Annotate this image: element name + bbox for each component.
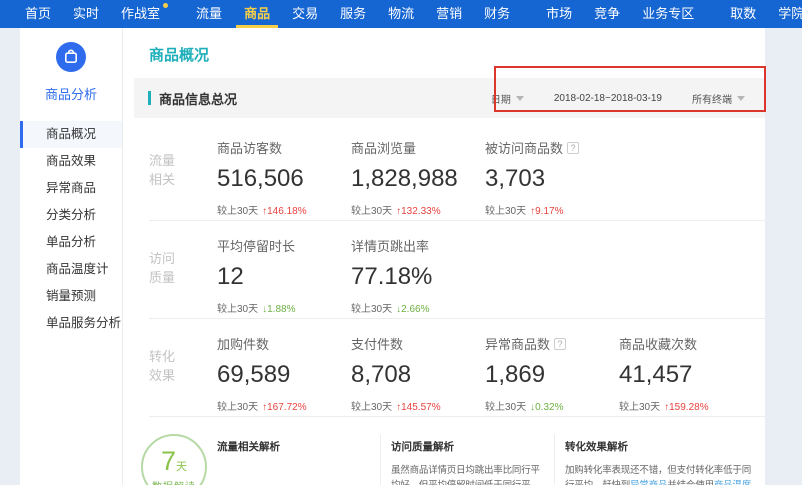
insight-text: 加购转化率表现还不错，但支付转化率低于同行平均，赶快到异常商品并结合使用商品温度… [565, 463, 753, 485]
nav-item-business-zone[interactable]: 业务专区 [631, 0, 705, 28]
help-icon[interactable]: ? [567, 142, 579, 154]
sidebar-title: 商品分析 [20, 84, 122, 103]
metric-visited-products: 被访问商品数? 3,703 较上30天↑9.17% [485, 138, 619, 217]
date-controls: 日期 2018-02-18~2018-03-19 所有终端 [491, 91, 745, 106]
nav-item-data-extract[interactable]: 取数 [719, 0, 767, 28]
metric-value: 12 [217, 263, 351, 291]
sidebar-item-item-service-analysis[interactable]: 单品服务分析 [20, 310, 122, 337]
sidebar-item-item-analysis[interactable]: 单品分析 [20, 229, 122, 256]
metric-value: 77.18% [351, 263, 485, 291]
sidebar-item-product-thermometer[interactable]: 商品温度计 [20, 256, 122, 283]
nav-item-logistics[interactable]: 物流 [377, 0, 425, 28]
metric-product-visitors: 商品访客数 516,506 较上30天↑146.18% [217, 138, 351, 217]
nav-item-realtime[interactable]: 实时 [62, 0, 110, 28]
metric-label: 支付件数 [351, 334, 403, 353]
row-group-label: 转化效果 [149, 348, 177, 386]
sidebar-item-product-effect[interactable]: 商品效果 [20, 148, 122, 175]
metric-value: 69,589 [217, 361, 351, 389]
row-group-label: 访问质量 [149, 250, 177, 288]
metric-label: 平均停留时长 [217, 236, 295, 255]
metric-label: 被访问商品数 [485, 138, 563, 157]
metric-value: 1,869 [485, 361, 619, 389]
top-nav: 首页 实时 作战室 流量 商品 交易 服务 物流 营销 财务 市场 竞争 业务专… [0, 0, 802, 28]
sidebar-item-sales-forecast[interactable]: 销量预测 [20, 283, 122, 310]
metric-delta: 较上30天↓0.32% [485, 398, 619, 413]
section-header: 商品信息总况 日期 2018-02-18~2018-03-19 所有终端 [134, 78, 765, 118]
metric-value: 8,708 [351, 361, 485, 389]
metric-detail-bounce-rate: 详情页跳出率 77.18% 较上30天↓2.66% [351, 236, 485, 315]
nav-item-trade[interactable]: 交易 [281, 0, 329, 28]
chevron-down-icon [737, 96, 745, 101]
product-analysis-icon [56, 59, 86, 76]
insights-section: 7天 数据解读 流量相关解析 访问质量解析 虽然商品详情页日均跳出率比同行平均好… [123, 417, 765, 485]
metric-value: 3,703 [485, 165, 619, 193]
sidebar-menu: 商品概况 商品效果 异常商品 分类分析 单品分析 商品温度计 销量预测 单品服务… [20, 121, 122, 337]
metrics-row-traffic: 流量相关 商品访客数 516,506 较上30天↑146.18% 商品浏览量 1… [149, 123, 765, 221]
metric-label: 商品浏览量 [351, 138, 416, 157]
nav-item-market[interactable]: 市场 [535, 0, 583, 28]
metric-value: 1,828,988 [351, 165, 485, 193]
metric-delta: 较上30天↓2.66% [351, 300, 485, 315]
help-icon[interactable]: ? [554, 338, 566, 350]
page-title: 商品概况 [149, 44, 765, 65]
metric-paid-items: 支付件数 8,708 较上30天↑145.57% [351, 334, 485, 413]
metric-delta: 较上30天↑145.57% [351, 398, 485, 413]
metric-product-favorites: 商品收藏次数 41,457 较上30天↑159.28% [619, 334, 753, 413]
nav-item-war-room-label: 作战室 [121, 6, 160, 21]
section-accent-bar [148, 91, 151, 105]
metric-delta: 较上30天↓1.88% [217, 300, 351, 315]
metric-avg-stay-time: 平均停留时长 12 较上30天↓1.88% [217, 236, 351, 315]
nav-item-product[interactable]: 商品 [233, 0, 281, 28]
metric-abnormal-products: 异常商品数? 1,869 较上30天↓0.32% [485, 334, 619, 413]
nav-item-academy[interactable]: 学院 [767, 0, 802, 28]
sidebar-item-abnormal-products[interactable]: 异常商品 [20, 175, 122, 202]
nav-item-competition[interactable]: 竞争 [583, 0, 631, 28]
nav-item-home[interactable]: 首页 [14, 0, 62, 28]
metric-value: 516,506 [217, 165, 351, 193]
metric-delta: 较上30天↑9.17% [485, 202, 619, 217]
metric-label: 加购件数 [217, 334, 269, 353]
insight-traffic: 流量相关解析 [217, 434, 381, 485]
chevron-down-icon [516, 96, 524, 101]
metrics-row-conversion: 转化效果 加购件数 69,589 较上30天↑167.72% 支付件数 8,70… [149, 319, 765, 417]
date-range-value[interactable]: 2018-02-18~2018-03-19 [554, 93, 662, 104]
nav-item-service[interactable]: 服务 [329, 0, 377, 28]
metric-label: 异常商品数 [485, 334, 550, 353]
row-group-label: 流量相关 [149, 152, 177, 190]
metrics-panel: 流量相关 商品访客数 516,506 较上30天↑146.18% 商品浏览量 1… [149, 123, 765, 417]
insight-title: 流量相关解析 [217, 439, 370, 454]
metrics-row-visit-quality: 访问质量 平均停留时长 12 较上30天↓1.88% 详情页跳出率 77.18%… [149, 221, 765, 319]
date-type-dropdown[interactable]: 日期 [491, 91, 524, 106]
metric-value: 41,457 [619, 361, 753, 389]
nav-item-traffic[interactable]: 流量 [185, 0, 233, 28]
metric-label: 商品访客数 [217, 138, 282, 157]
insight-title: 转化效果解析 [565, 439, 753, 454]
abnormal-products-link[interactable]: 异常商品 [630, 480, 667, 485]
metric-cart-adds: 加购件数 69,589 较上30天↑167.72% [217, 334, 351, 413]
metric-label: 详情页跳出率 [351, 236, 429, 255]
sidebar-item-category-analysis[interactable]: 分类分析 [20, 202, 122, 229]
metric-product-pageviews: 商品浏览量 1,828,988 较上30天↑132.33% [351, 138, 485, 217]
insight-text: 虽然商品详情页日均跳出率比同行平均好，但平均停留时间低于同行平均，请关注页面排版… [391, 463, 544, 485]
data-insight-badge: 7天 数据解读 [141, 434, 207, 485]
terminal-dropdown[interactable]: 所有终端 [692, 91, 745, 106]
sidebar: 商品分析 商品概况 商品效果 异常商品 分类分析 单品分析 商品温度计 销量预测… [20, 28, 122, 485]
nav-item-finance[interactable]: 财务 [473, 0, 521, 28]
product-analytics-page: 首页 实时 作战室 流量 商品 交易 服务 物流 营销 财务 市场 竞争 业务专… [0, 0, 802, 485]
notification-dot [163, 3, 168, 8]
metric-label: 商品收藏次数 [619, 334, 697, 353]
insight-conversion: 转化效果解析 加购转化率表现还不错，但支付转化率低于同行平均，赶快到异常商品并结… [565, 434, 763, 485]
sidebar-item-product-overview[interactable]: 商品概况 [20, 121, 122, 148]
insight-title: 访问质量解析 [391, 439, 544, 454]
metric-delta: 较上30天↑146.18% [217, 202, 351, 217]
nav-item-marketing[interactable]: 营销 [425, 0, 473, 28]
metric-delta: 较上30天↑132.33% [351, 202, 485, 217]
section-title: 商品信息总况 [159, 89, 237, 108]
insight-visit-quality: 访问质量解析 虽然商品详情页日均跳出率比同行平均好，但平均停留时间低于同行平均，… [391, 434, 555, 485]
metric-delta: 较上30天↑167.72% [217, 398, 351, 413]
main-content: 商品概况 商品信息总况 日期 2018-02-18~2018-03-19 所有终… [122, 28, 765, 485]
nav-item-war-room[interactable]: 作战室 [110, 0, 171, 28]
metric-delta: 较上30天↑159.28% [619, 398, 753, 413]
